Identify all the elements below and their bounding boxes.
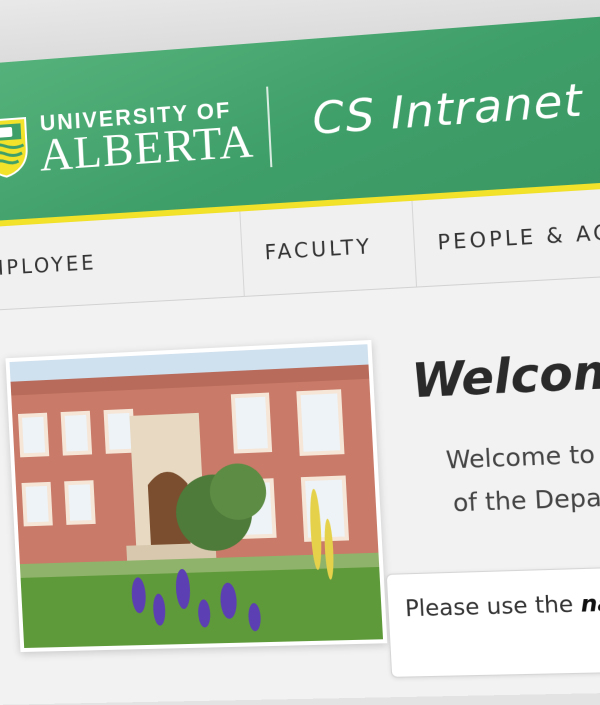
logo-line-2: ALBERTA: [38, 118, 255, 179]
nav-item-faculty[interactable]: FACULTY: [240, 201, 417, 296]
site-title[interactable]: CS Intranet: [311, 74, 584, 145]
page: UNIVERSITY OF ALBERTA CS Intranet EMPLOY…: [0, 0, 600, 675]
campus-photo: [5, 340, 387, 652]
nav-item-label: FACULTY: [264, 234, 373, 265]
building-illustration: [10, 344, 384, 648]
nav-item-employee-resources[interactable]: EMPLOYEE RESOURCES: [0, 211, 245, 311]
note-text: Please use the navi: [405, 590, 600, 622]
header-divider: [266, 87, 272, 168]
welcome-text: Welcome to the De of the Department: [399, 427, 600, 527]
note-box: Please use the navi: [386, 564, 600, 678]
welcome-title: Welcome: [410, 341, 600, 408]
note-bold: navi: [580, 590, 600, 617]
welcome-line-1-prefix: Welcome to the: [445, 438, 600, 475]
nav-item-label: PEOPLE & ACCESS: [437, 216, 600, 255]
university-crest-icon[interactable]: [0, 115, 31, 179]
note-prefix: Please use the: [405, 592, 574, 622]
